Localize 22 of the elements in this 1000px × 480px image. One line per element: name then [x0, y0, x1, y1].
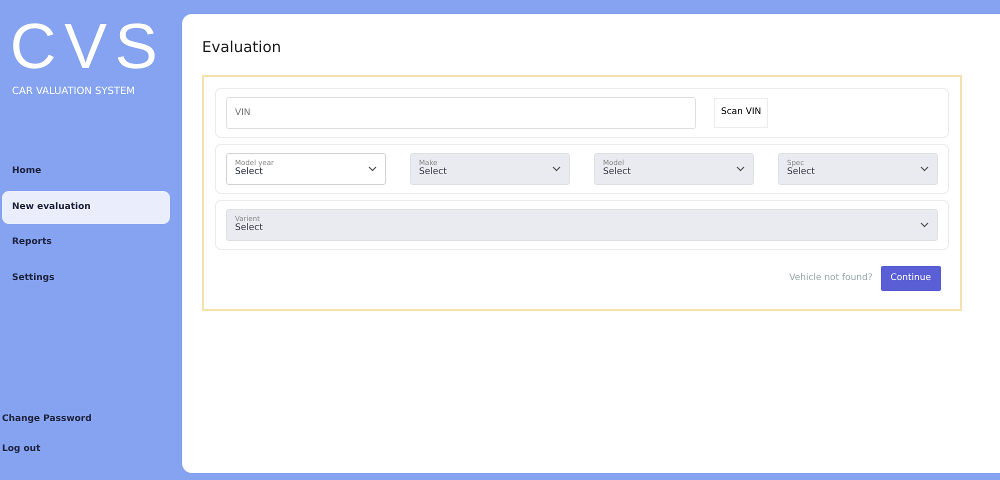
chevron-down-icon — [736, 166, 745, 172]
chevron-down-icon — [552, 166, 561, 172]
sidebar-item[interactable]: Reports — [2, 226, 170, 260]
logo-tagline: CAR VALUATION SYSTEM — [12, 85, 136, 99]
sidebar-item[interactable]: Settings — [2, 262, 170, 295]
chevron-down-icon — [920, 222, 929, 228]
select-value: Select — [419, 166, 447, 178]
select-value: Select — [235, 166, 264, 178]
sidebar-item[interactable]: Home — [2, 155, 170, 188]
continue-button[interactable]: Continue — [880, 266, 941, 291]
sidebar-link[interactable]: Log out — [2, 442, 182, 456]
chevron-down-icon — [920, 166, 929, 172]
scan-vin-button[interactable]: Scan VIN — [714, 98, 768, 128]
chevron-down-icon — [368, 166, 377, 172]
select-value: Select — [603, 166, 631, 178]
logo: CVS — [10, 14, 167, 78]
select-value: Select — [235, 222, 263, 234]
sidebar-item[interactable]: New evaluation — [2, 190, 170, 224]
select-value: Select — [787, 166, 815, 178]
sidebar-link[interactable]: Change Password — [2, 413, 182, 426]
vin-input-field[interactable]: VIN — [226, 96, 696, 128]
page-title: Evaluation — [202, 37, 282, 58]
